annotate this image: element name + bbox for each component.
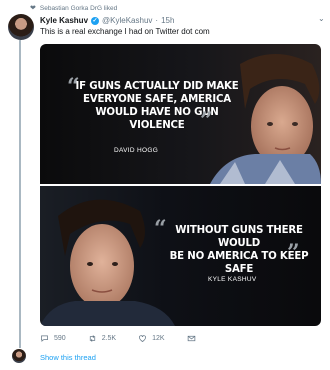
- close-quote-icon: ”: [287, 240, 300, 266]
- envelope-icon: [187, 335, 195, 342]
- tweet-header: Kyle Kashuv ✓ @KyleKashuv · 15h: [40, 16, 174, 25]
- verified-icon: ✓: [91, 16, 100, 25]
- avatar[interactable]: [8, 14, 34, 40]
- tweet-time[interactable]: 15h: [161, 16, 174, 25]
- reply-count: 590: [54, 335, 66, 342]
- quote-1-text: IF GUNS ACTUALLY DID MAKE EVERYONE SAFE,…: [67, 80, 247, 132]
- social-context: ❤ Sebastian Gorka DrG liked: [30, 4, 118, 13]
- reply-button[interactable]: 590: [40, 334, 66, 343]
- chevron-down-icon[interactable]: ⌄: [318, 14, 325, 23]
- like-button[interactable]: 12K: [138, 334, 165, 343]
- retweet-button[interactable]: 2.5K: [88, 334, 116, 343]
- avatar[interactable]: [12, 349, 26, 363]
- tweet-image-1[interactable]: “ IF GUNS ACTUALLY DID MAKE EVERYONE SAF…: [40, 44, 321, 184]
- heart-icon: ❤: [30, 5, 36, 12]
- quote-2-caption: KYLE KASHUV: [208, 276, 257, 283]
- heart-icon: [139, 335, 146, 342]
- author-name[interactable]: Kyle Kashuv: [40, 16, 88, 25]
- thread-line: [19, 40, 21, 348]
- retweet-count: 2.5K: [101, 335, 117, 342]
- tweet-image-2[interactable]: “ WITHOUT GUNS THERE WOULD BE NO AMERICA…: [40, 186, 321, 326]
- author-handle[interactable]: @KyleKashuv: [102, 16, 152, 25]
- quote-1-line-2: EVERYONE SAFE, AMERICA: [83, 94, 231, 105]
- quote-1-line-1: IF GUNS ACTUALLY DID MAKE: [75, 81, 239, 92]
- tweet-text: This is a real exchange I had on Twitter…: [40, 27, 210, 36]
- quote-1-line-3: WOULD HAVE NO GUN VIOLENCE: [95, 107, 219, 131]
- close-quote-icon: ”: [200, 108, 213, 134]
- tweet-actions: 590 2.5K 12K: [40, 334, 218, 343]
- show-thread-link[interactable]: Show this thread: [40, 353, 96, 362]
- retweet-icon: [89, 335, 95, 342]
- message-button[interactable]: [187, 334, 196, 343]
- quote-1-caption: DAVID HOGG: [114, 147, 159, 154]
- reply-icon: [41, 335, 48, 342]
- separator: ·: [155, 16, 159, 25]
- liked-by-label: Sebastian Gorka DrG liked: [39, 4, 118, 12]
- like-count: 12K: [152, 335, 165, 342]
